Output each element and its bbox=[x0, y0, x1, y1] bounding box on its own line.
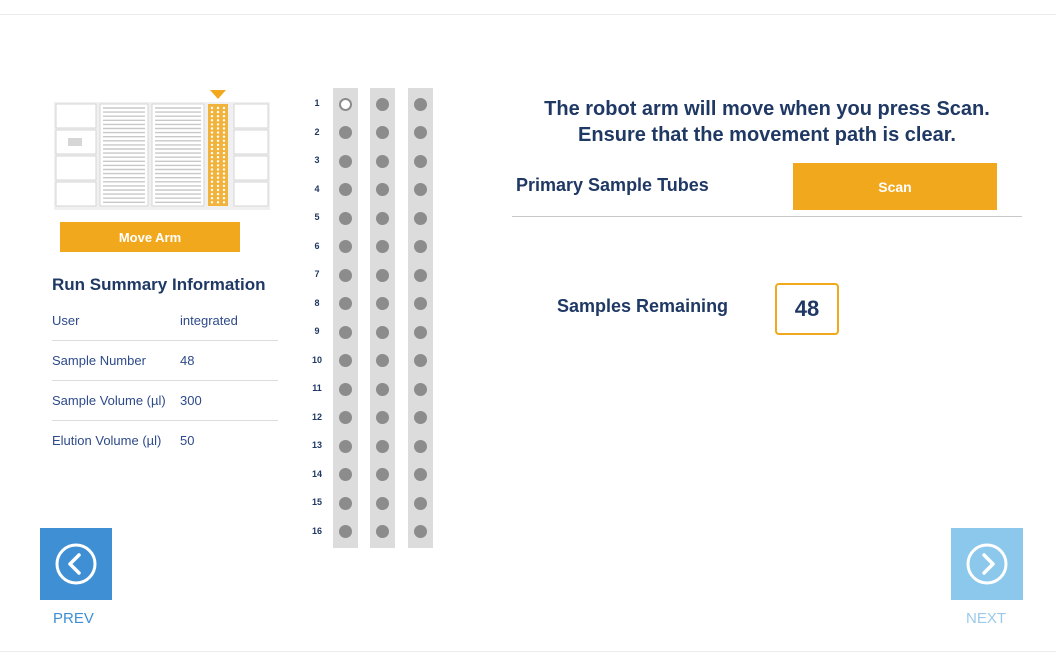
well bbox=[376, 154, 389, 168]
well bbox=[339, 211, 352, 225]
summary-value: integrated bbox=[180, 313, 238, 328]
rack-row-number: 13 bbox=[311, 440, 322, 450]
deck-map bbox=[54, 102, 270, 210]
well bbox=[414, 468, 427, 481]
well bbox=[376, 411, 389, 424]
well bbox=[414, 325, 427, 339]
summary-value: 50 bbox=[180, 433, 195, 448]
well bbox=[376, 297, 389, 310]
well bbox=[376, 496, 389, 510]
summary-key: User bbox=[52, 313, 80, 328]
top-divider bbox=[0, 14, 1056, 15]
well bbox=[376, 525, 389, 538]
well bbox=[339, 325, 352, 339]
summary-key: Elution Volume (µl) bbox=[52, 433, 162, 448]
rack-row-number: 6 bbox=[314, 240, 320, 251]
rack-row-number: 7 bbox=[314, 269, 320, 279]
well bbox=[339, 525, 352, 538]
rack-row-number: 12 bbox=[311, 411, 322, 422]
summary-row-sample-volume: Sample Volume (µl) 300 bbox=[52, 381, 278, 421]
well bbox=[339, 240, 352, 253]
rack-row-number: 16 bbox=[311, 525, 322, 536]
rack-row-number: 3 bbox=[314, 155, 320, 165]
summary-key: Sample Volume (µl) bbox=[52, 393, 166, 408]
well bbox=[376, 325, 389, 339]
instruction-line-2: Ensure that the movement path is clear. bbox=[578, 124, 956, 146]
well bbox=[376, 126, 389, 139]
well bbox=[414, 183, 427, 196]
well bbox=[414, 154, 427, 168]
rack-row-number: 4 bbox=[314, 183, 320, 194]
arm-position-marker-icon bbox=[210, 90, 226, 99]
rack-row-number: 14 bbox=[311, 468, 322, 479]
well bbox=[376, 97, 389, 111]
well bbox=[376, 183, 389, 196]
scan-instruction: The robot arm will move when you press S… bbox=[506, 96, 1028, 148]
section-divider bbox=[512, 216, 1022, 217]
samples-remaining-value: 48 bbox=[775, 283, 839, 335]
well bbox=[339, 268, 352, 282]
summary-value: 300 bbox=[180, 393, 202, 408]
well bbox=[414, 126, 427, 139]
summary-row-elution-volume: Elution Volume (µl) 50 bbox=[52, 421, 278, 460]
well bbox=[414, 297, 427, 310]
chevron-right-icon bbox=[966, 543, 1008, 585]
well bbox=[414, 496, 427, 510]
well bbox=[376, 382, 389, 396]
rack-row-number: 11 bbox=[312, 383, 322, 393]
primary-sample-tubes-label: Primary Sample Tubes bbox=[516, 175, 709, 195]
well bbox=[339, 297, 352, 310]
well bbox=[414, 382, 427, 396]
well bbox=[414, 240, 427, 253]
well bbox=[339, 354, 352, 367]
summary-row-user: User integrated bbox=[52, 301, 278, 341]
well bbox=[339, 439, 352, 453]
well bbox=[339, 411, 352, 424]
rack-row-number: 5 bbox=[314, 212, 320, 222]
run-summary-title: Run Summary Information bbox=[52, 275, 266, 294]
well bbox=[339, 126, 352, 139]
chevron-left-icon bbox=[55, 543, 97, 585]
scan-button[interactable]: Scan bbox=[793, 163, 997, 210]
summary-value: 48 bbox=[180, 353, 195, 368]
well bbox=[339, 154, 352, 168]
prev-button[interactable] bbox=[40, 528, 112, 600]
next-button[interactable] bbox=[951, 528, 1023, 600]
well bbox=[376, 439, 389, 453]
summary-row-sample-number: Sample Number 48 bbox=[52, 341, 278, 381]
prev-label[interactable]: PREV bbox=[53, 610, 94, 627]
well bbox=[339, 468, 352, 481]
rack-row-number: 10 bbox=[311, 354, 322, 365]
rack-row-number: 2 bbox=[314, 126, 320, 137]
rack-row-number: 15 bbox=[311, 497, 322, 507]
sample-tube-rack: 1 2 3 4 5 6 7 8 9 10 11 12 13 14 15 16 bbox=[308, 88, 438, 548]
next-label[interactable]: NEXT bbox=[966, 610, 1006, 627]
samples-remaining-label: Samples Remaining bbox=[557, 296, 729, 316]
well bbox=[376, 354, 389, 367]
instruction-line-1: The robot arm will move when you press S… bbox=[544, 98, 990, 120]
well bbox=[376, 468, 389, 481]
current-well bbox=[339, 97, 352, 111]
well bbox=[339, 496, 352, 510]
run-summary-table: User integrated Sample Number 48 Sample … bbox=[52, 301, 278, 460]
well bbox=[414, 411, 427, 424]
summary-key: Sample Number bbox=[52, 353, 146, 368]
well bbox=[414, 268, 427, 282]
rack-row-number: 8 bbox=[314, 297, 320, 308]
well bbox=[414, 354, 427, 367]
well bbox=[414, 525, 427, 538]
well bbox=[414, 211, 427, 225]
well bbox=[339, 382, 352, 396]
well bbox=[376, 268, 389, 282]
bottom-divider bbox=[0, 651, 1056, 652]
well bbox=[339, 183, 352, 196]
rack-row-number: 9 bbox=[314, 326, 320, 336]
well bbox=[376, 211, 389, 225]
rack-row-number: 1 bbox=[314, 98, 320, 108]
well bbox=[414, 97, 427, 111]
well bbox=[414, 439, 427, 453]
well bbox=[376, 240, 389, 253]
move-arm-button[interactable]: Move Arm bbox=[60, 222, 240, 252]
